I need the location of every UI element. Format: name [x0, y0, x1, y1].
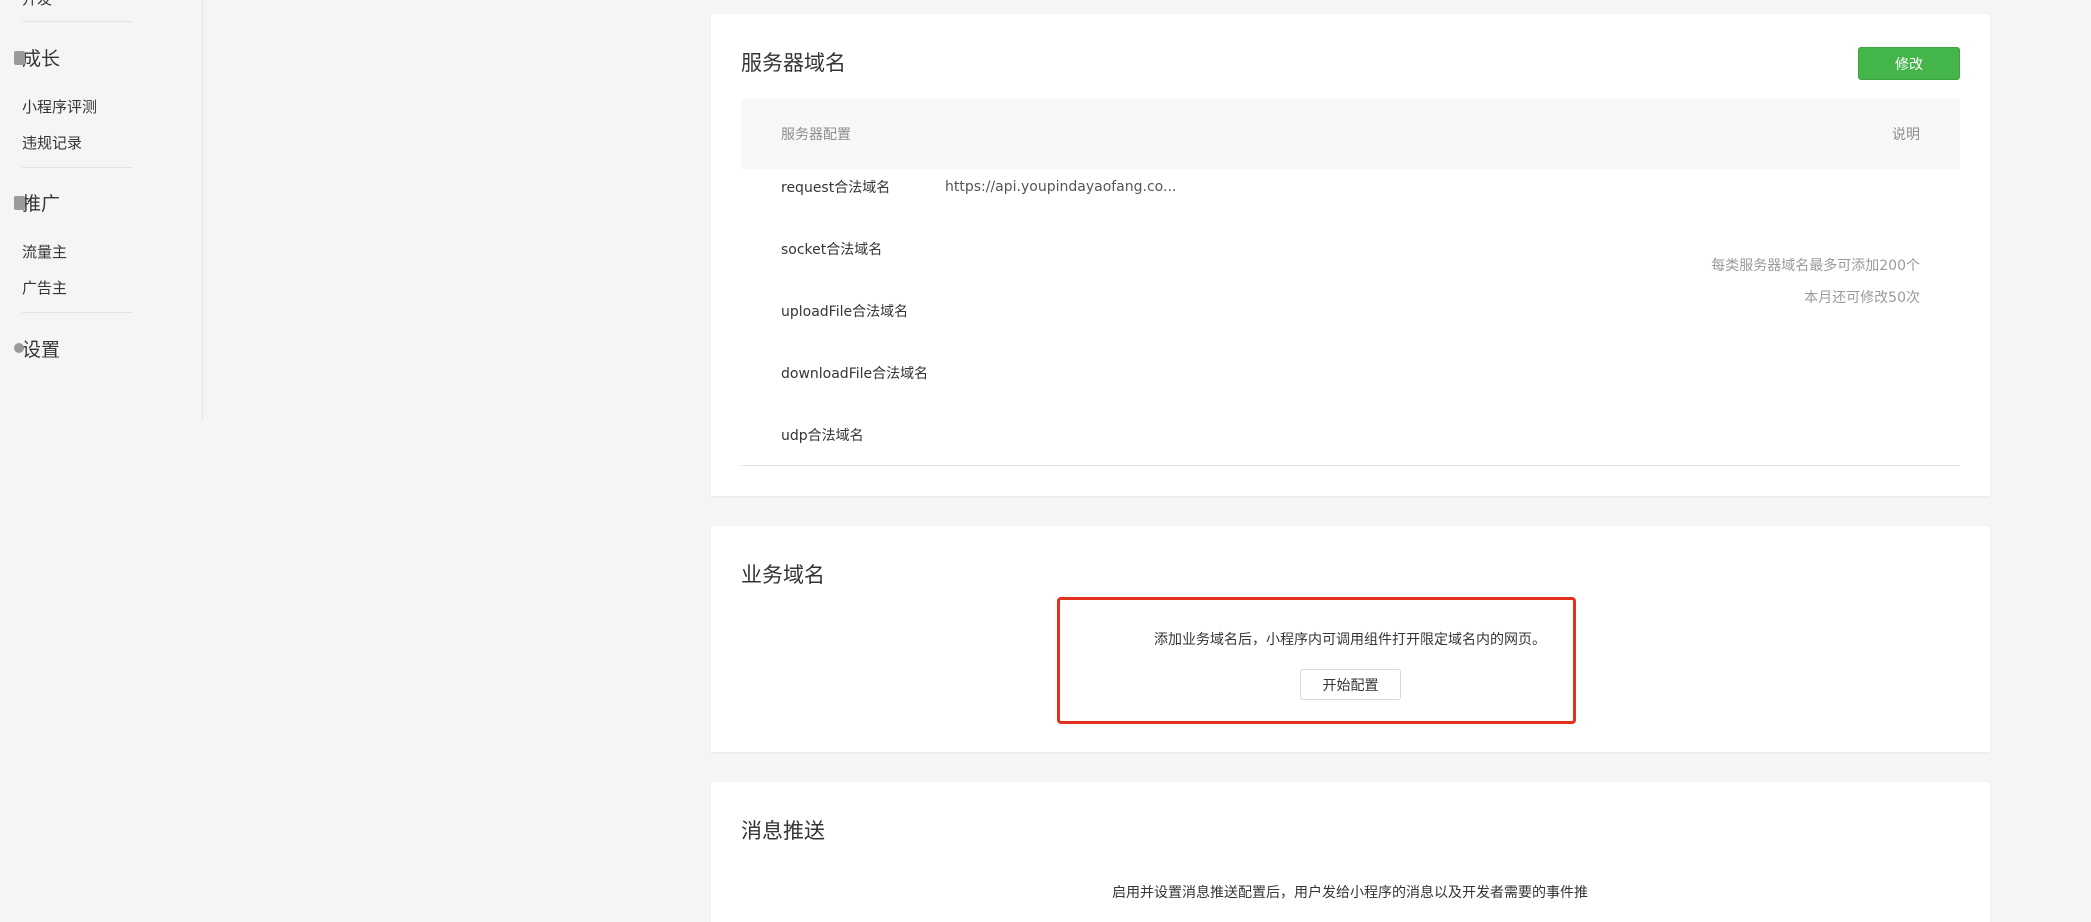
row-label-downloadfile: downloadFile合法域名 — [781, 366, 929, 382]
growth-icon — [14, 51, 25, 65]
row-label-socket: socket合法域名 — [781, 242, 883, 258]
message-push-title: 消息推送 — [741, 819, 825, 843]
sidebar-group-label: 推广 — [22, 193, 61, 215]
sidebar-group-label: 设置 — [22, 339, 61, 361]
business-domain-card: 业务域名 添加业务域名后，小程序内可调用组件打开限定域名内的网页。 开始配置 — [711, 526, 1990, 752]
server-domain-title: 服务器域名 — [741, 51, 846, 75]
sidebar-item-cut[interactable]: 开发 — [22, 0, 52, 9]
sidebar-item-traffic-owner[interactable]: 流量主 — [22, 241, 67, 262]
table-header: 服务器配置 说明 — [741, 99, 1960, 169]
message-push-description: 启用并设置消息推送配置后，用户发给小程序的消息以及开发者需要的事件推 — [1112, 885, 1588, 901]
sidebar-group-settings[interactable]: 设置 — [14, 335, 61, 362]
sidebar-divider — [22, 167, 133, 168]
highlight-box — [1057, 597, 1576, 724]
edit-button[interactable]: 修改 — [1858, 47, 1960, 80]
note-max-domains: 每类服务器域名最多可添加200个 — [1711, 258, 1920, 274]
sidebar-group-promotion[interactable]: 推广 — [14, 189, 61, 216]
business-domain-description: 添加业务域名后，小程序内可调用组件打开限定域名内的网页。 — [1154, 632, 1546, 648]
sidebar: 开发 成长 小程序评测 违规记录 推广 流量主 广告主 设置 — [0, 0, 203, 420]
sidebar-group-label: 成长 — [22, 48, 61, 70]
sidebar-item-advertiser[interactable]: 广告主 — [22, 277, 67, 298]
sidebar-divider — [22, 312, 133, 313]
server-domain-card: 服务器域名 修改 服务器配置 说明 request合法域名 https://ap… — [711, 14, 1990, 496]
sidebar-divider — [22, 21, 133, 22]
message-push-card: 消息推送 启用并设置消息推送配置后，用户发给小程序的消息以及开发者需要的事件推 — [711, 782, 1990, 922]
row-label-udp: udp合法域名 — [781, 428, 864, 444]
row-value-request: https://api.youpindayaofang.co... — [945, 179, 1177, 195]
sidebar-group-growth[interactable]: 成长 — [14, 44, 61, 71]
table-divider — [741, 465, 1960, 466]
promotion-icon — [14, 196, 25, 210]
column-header-description: 说明 — [1892, 127, 1920, 143]
column-header-config: 服务器配置 — [781, 127, 851, 143]
start-config-button[interactable]: 开始配置 — [1300, 669, 1401, 700]
row-label-uploadfile: uploadFile合法域名 — [781, 304, 909, 320]
business-domain-title: 业务域名 — [741, 563, 825, 587]
gear-icon — [14, 343, 24, 353]
sidebar-item-violations[interactable]: 违规记录 — [22, 132, 82, 153]
note-remaining-edits: 本月还可修改50次 — [1804, 290, 1920, 306]
sidebar-item-evaluation[interactable]: 小程序评测 — [22, 96, 97, 117]
row-label-request: request合法域名 — [781, 180, 891, 196]
